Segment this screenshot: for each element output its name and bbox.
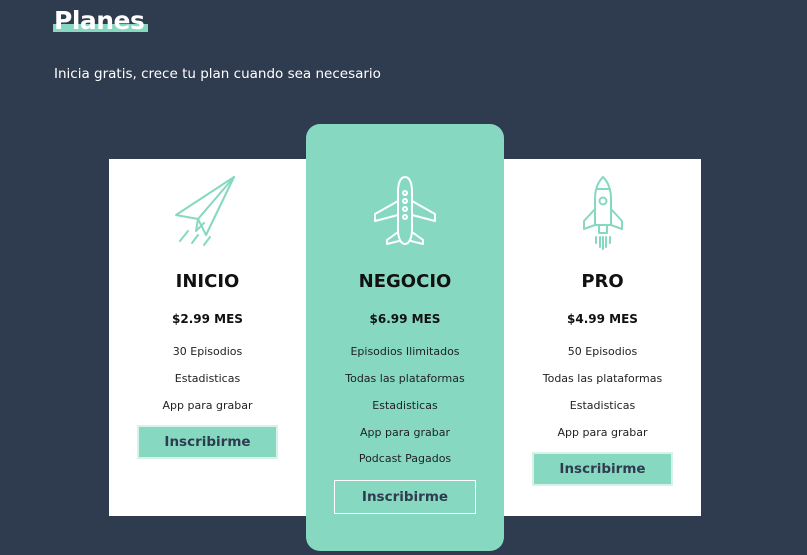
plan-feature: Estadisticas: [569, 399, 636, 412]
plan-card-pro: PRO $4.99 MES 50 Episodios Todas las pla…: [504, 159, 701, 516]
plan-card-inicio: INICIO $2.99 MES 30 Episodios Estadistic…: [109, 159, 306, 516]
plan-name: INICIO: [175, 271, 240, 292]
plans-section: Planes Inicia gratis, crece tu plan cuan…: [0, 0, 807, 555]
plan-feature: 50 Episodios: [567, 345, 638, 358]
subscribe-button-negocio[interactable]: Inscribirme: [334, 480, 476, 514]
plan-price: $4.99 MES: [567, 312, 638, 326]
rocket-icon: [504, 175, 701, 251]
plan-feature: App para grabar: [162, 399, 253, 412]
plan-feature: Todas las plataformas: [345, 372, 465, 385]
page-title: Planes: [54, 6, 145, 35]
plan-price: $2.99 MES: [172, 312, 243, 326]
plan-feature: Estadisticas: [174, 372, 241, 385]
subscribe-button-pro[interactable]: Inscribirme: [532, 452, 673, 486]
paper-plane-icon: [109, 173, 306, 249]
plan-feature: App para grabar: [360, 426, 450, 439]
plan-name: PRO: [581, 271, 624, 292]
plan-feature: Podcast Pagados: [358, 452, 452, 465]
plan-feature: Todas las plataformas: [542, 372, 663, 385]
page-subtitle: Inicia gratis, crece tu plan cuando sea …: [54, 66, 381, 82]
plan-feature: 30 Episodios: [172, 345, 243, 358]
plan-name: NEGOCIO: [358, 271, 452, 292]
airplane-icon: [306, 174, 504, 248]
plan-feature: App para grabar: [557, 426, 648, 439]
plan-feature: Estadisticas: [372, 399, 438, 412]
plan-price: $6.99 MES: [369, 312, 441, 326]
plan-feature: Episodios Ilimitados: [350, 345, 460, 358]
plan-card-negocio: NEGOCIO $6.99 MES Episodios Ilimitados T…: [306, 124, 504, 551]
subscribe-button-inicio[interactable]: Inscribirme: [137, 425, 278, 459]
